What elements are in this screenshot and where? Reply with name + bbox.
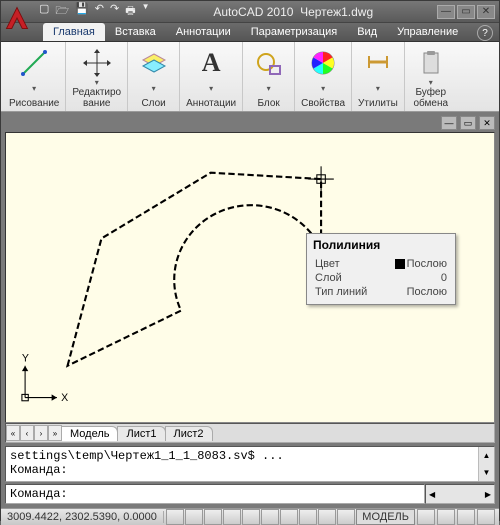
- lwt-toggle[interactable]: [318, 509, 336, 525]
- doc-restore-button[interactable]: ▭: [460, 116, 476, 130]
- ribbon-home-panel: ▾ Рисование ▾ Редактиро вание ▾ Слои A ▾…: [1, 42, 499, 112]
- drawing-area-container: — ▭ ✕ X Y: [1, 112, 499, 508]
- layout-tab-sheet1[interactable]: Лист1: [117, 426, 165, 441]
- group-properties[interactable]: ▾ Свойства: [295, 42, 352, 111]
- modelspace-button[interactable]: МОДЕЛЬ: [356, 509, 415, 525]
- layers-icon[interactable]: [137, 46, 171, 80]
- print-icon[interactable]: 🖶: [125, 2, 135, 21]
- status-toggle-buttons: [166, 509, 355, 525]
- app-window: ▢ 🗁 💾 ↶ ↷ 🖶 ▼ AutoCAD 2010 Чертеж1.dwg —…: [0, 0, 500, 521]
- titlebar: ▢ 🗁 💾 ↶ ↷ 🖶 ▼ AutoCAD 2010 Чертеж1.dwg —…: [1, 1, 499, 23]
- tab-parametric[interactable]: Параметризация: [241, 23, 347, 41]
- group-layers[interactable]: ▾ Слои: [128, 42, 180, 111]
- quick-access-toolbar: ▢ 🗁 💾 ↶ ↷ 🖶 ▼: [39, 2, 150, 21]
- tooltip-title: Полилиния: [313, 238, 449, 252]
- move-icon[interactable]: [80, 46, 114, 80]
- group-modify[interactable]: ▾ Редактиро вание: [66, 42, 128, 111]
- tab-view[interactable]: Вид: [347, 23, 387, 41]
- color-swatch: [395, 259, 405, 269]
- group-annotation[interactable]: A ▾ Аннотации: [180, 42, 243, 111]
- layout-nav-prev[interactable]: ‹: [20, 425, 34, 441]
- group-draw[interactable]: ▾ Рисование: [3, 42, 66, 111]
- layout-tab-model[interactable]: Модель: [61, 426, 118, 441]
- scroll-up-icon[interactable]: ▲: [479, 447, 494, 464]
- svg-text:X: X: [61, 392, 68, 404]
- new-icon[interactable]: ▢: [39, 2, 49, 21]
- drawing-canvas[interactable]: X Y Полилиния ЦветПослою Слой0: [5, 132, 495, 423]
- status-extra-1[interactable]: [417, 509, 435, 525]
- doc-close-button[interactable]: ✕: [479, 116, 495, 130]
- snap-toggle[interactable]: [166, 509, 184, 525]
- text-icon[interactable]: A: [194, 46, 228, 80]
- help-button[interactable]: ?: [477, 25, 493, 41]
- measure-icon[interactable]: [361, 46, 395, 80]
- app-logo[interactable]: [3, 4, 31, 32]
- tab-manage[interactable]: Управление: [387, 23, 468, 41]
- qp-toggle[interactable]: [337, 509, 355, 525]
- redo-icon[interactable]: ↷: [110, 2, 119, 21]
- tab-annotate[interactable]: Аннотации: [166, 23, 241, 41]
- status-extra-3[interactable]: [457, 509, 475, 525]
- open-icon[interactable]: 🗁: [55, 2, 69, 21]
- status-bar: 3009.4422, 2302.5390, 0.0000 МОДЕЛЬ: [1, 508, 499, 525]
- command-history: settings\temp\Чертеж1_1_1_8083.sv$ ... К…: [5, 446, 495, 482]
- maximize-button[interactable]: ▭: [457, 5, 475, 19]
- osnap-toggle[interactable]: [242, 509, 260, 525]
- ribbon-tabstrip: Главная Вставка Аннотации Параметризация…: [1, 23, 499, 42]
- layout-nav-first[interactable]: «: [6, 425, 20, 441]
- layout-nav-next[interactable]: ›: [34, 425, 48, 441]
- command-hscroll[interactable]: ◀▶: [425, 484, 495, 504]
- ortho-toggle[interactable]: [204, 509, 222, 525]
- color-wheel-icon[interactable]: [306, 46, 340, 80]
- group-utilities[interactable]: ▾ Утилиты: [352, 42, 405, 111]
- polar-toggle[interactable]: [223, 509, 241, 525]
- scroll-down-icon[interactable]: ▼: [479, 464, 494, 481]
- grid-toggle[interactable]: [185, 509, 203, 525]
- undo-icon[interactable]: ↶: [95, 2, 104, 21]
- layout-tab-sheet2[interactable]: Лист2: [165, 426, 213, 441]
- window-title: AutoCAD 2010 Чертеж1.dwg: [150, 5, 438, 19]
- entity-tooltip: Полилиния ЦветПослою Слой0 Тип линийПосл…: [306, 233, 456, 305]
- dyn-toggle[interactable]: [299, 509, 317, 525]
- tab-insert[interactable]: Вставка: [105, 23, 166, 41]
- qat-dropdown-icon[interactable]: ▼: [142, 2, 150, 21]
- layout-nav-last[interactable]: »: [48, 425, 62, 441]
- status-extra-2[interactable]: [437, 509, 455, 525]
- otrack-toggle[interactable]: [261, 509, 279, 525]
- tab-home[interactable]: Главная: [43, 23, 105, 41]
- minimize-button[interactable]: —: [437, 5, 455, 19]
- close-button[interactable]: ✕: [477, 5, 495, 19]
- layout-tab-bar: « ‹ › » Модель Лист1 Лист2: [5, 423, 495, 443]
- coordinates-display[interactable]: 3009.4422, 2302.5390, 0.0000: [1, 511, 164, 523]
- status-tray-icon[interactable]: [477, 509, 495, 525]
- group-block[interactable]: ▾ Блок: [243, 42, 295, 111]
- command-input[interactable]: Команда:: [5, 484, 425, 504]
- doc-minimize-button[interactable]: —: [441, 116, 457, 130]
- ducs-toggle[interactable]: [280, 509, 298, 525]
- clipboard-icon[interactable]: [414, 46, 448, 80]
- line-icon[interactable]: [17, 46, 51, 80]
- command-scrollbar[interactable]: ▲ ▼: [478, 447, 494, 481]
- group-clipboard[interactable]: ▾ Буфер обмена: [405, 42, 457, 111]
- save-icon[interactable]: 💾: [75, 2, 89, 21]
- block-icon[interactable]: [252, 46, 286, 80]
- svg-text:Y: Y: [22, 353, 29, 365]
